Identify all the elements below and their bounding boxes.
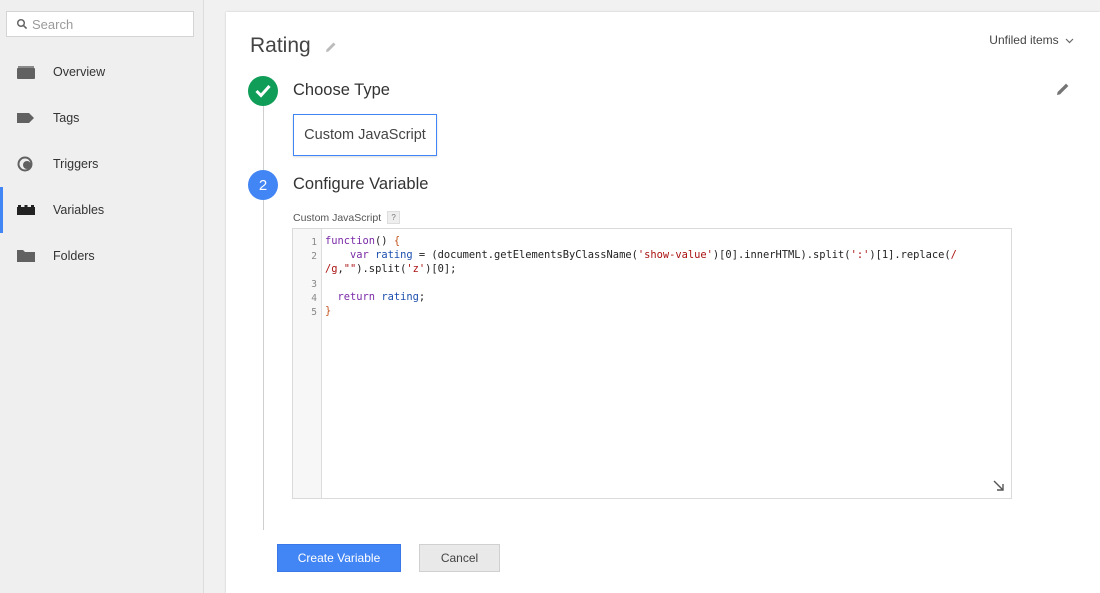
- trigger-icon: [17, 156, 33, 172]
- step-complete-badge: [248, 76, 278, 106]
- folder-selector-label: Unfiled items: [989, 33, 1059, 47]
- line-number: 2: [311, 251, 317, 262]
- sidebar-item-label: Triggers: [53, 157, 99, 171]
- cancel-button[interactable]: Cancel: [419, 544, 500, 572]
- code-content[interactable]: function() { var rating = (document.getE…: [325, 234, 1005, 318]
- sidebar-item-folders[interactable]: Folders: [0, 233, 203, 279]
- code-line: var rating = (document.getElementsByClas…: [350, 249, 957, 261]
- sidebar-item-label: Variables: [53, 203, 105, 217]
- code-line: /g,"").split('z')[0];: [325, 263, 457, 275]
- variables-icon: [17, 205, 35, 215]
- variable-type-selector[interactable]: Custom JavaScript: [293, 114, 437, 156]
- search-input[interactable]: [32, 15, 187, 33]
- overview-icon: [17, 66, 35, 79]
- search-icon: [16, 18, 28, 30]
- code-line: return rating;: [337, 291, 426, 303]
- sidebar-item-label: Overview: [53, 65, 106, 79]
- create-variable-button[interactable]: Create Variable: [277, 544, 401, 572]
- sidebar: Overview Tags Triggers Variables: [0, 0, 204, 593]
- help-icon[interactable]: ?: [387, 211, 401, 224]
- sidebar-item-label: Tags: [53, 111, 80, 125]
- line-number: 3: [311, 279, 317, 290]
- sidebar-item-label: Folders: [53, 249, 95, 263]
- step-number-badge: 2: [248, 170, 278, 200]
- sidebar-item-variables[interactable]: Variables: [0, 187, 203, 233]
- sidebar-item-triggers[interactable]: Triggers: [0, 141, 203, 187]
- page-title: Rating: [250, 34, 311, 57]
- sidebar-nav: Overview Tags Triggers Variables Folders: [0, 49, 203, 279]
- search-box[interactable]: [6, 11, 194, 37]
- line-number: 1: [311, 237, 317, 248]
- step-connector: [263, 102, 264, 530]
- sidebar-item-overview[interactable]: Overview: [0, 49, 203, 95]
- code-editor[interactable]: 1 2 3 4 5 function() { var rating = (doc…: [292, 228, 1012, 499]
- variable-editor-card: Rating Unfiled items Choose Type Custom …: [226, 12, 1100, 593]
- chevron-down-icon: [1065, 38, 1074, 44]
- edit-pencil-icon[interactable]: [1056, 82, 1070, 96]
- field-label-text: Custom JavaScript: [293, 212, 382, 224]
- folder-selector[interactable]: Unfiled items: [989, 33, 1074, 47]
- tag-icon: [17, 113, 34, 123]
- choose-type-title: Choose Type: [293, 81, 390, 99]
- checkmark-icon: [255, 84, 271, 98]
- line-number-gutter: 1 2 3 4 5: [293, 229, 322, 498]
- custom-js-label: Custom JavaScript?: [293, 211, 401, 224]
- resize-handle-icon[interactable]: [993, 480, 1005, 492]
- code-line: function() {: [325, 235, 401, 247]
- line-number: 5: [311, 307, 317, 318]
- sidebar-item-tags[interactable]: Tags: [0, 95, 203, 141]
- configure-variable-title: Configure Variable: [293, 175, 429, 193]
- code-line: }: [325, 305, 332, 317]
- line-number: 4: [311, 293, 317, 304]
- folder-icon: [17, 250, 35, 262]
- edit-title-icon[interactable]: [325, 41, 337, 53]
